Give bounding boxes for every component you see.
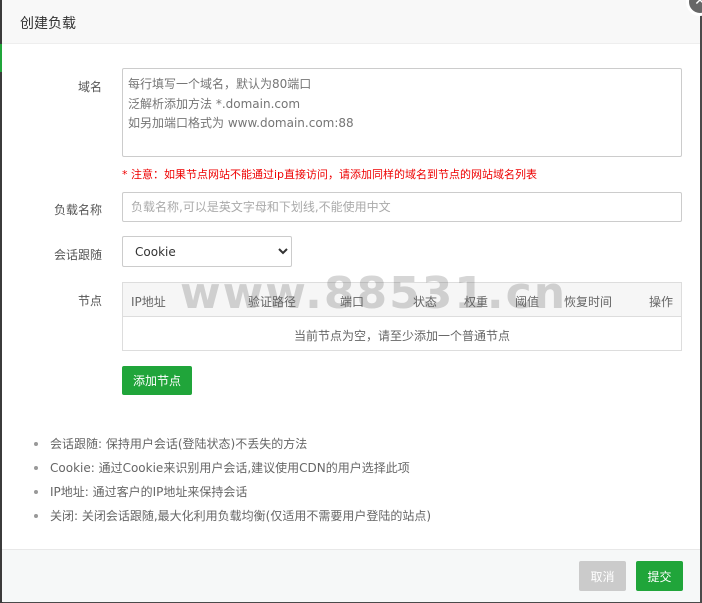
column-ip: IP地址 — [131, 295, 166, 309]
tip-text: 关闭: 关闭会话跟随,最大化利用负载均衡(仅适用不需要用户登陆的站点) — [50, 509, 432, 523]
nodes-label: 节点 — [77, 294, 102, 308]
load-name-input[interactable] — [122, 192, 682, 222]
column-weight: 权重 — [464, 295, 489, 309]
tip-item: Cookie: 通过Cookie来识别用户会话,建议使用CDN的用户选择此项 — [32, 456, 431, 480]
column-port: 端口 — [340, 295, 365, 309]
dialog-header: 创建负载 — [2, 0, 700, 44]
tip-text: Cookie: 通过Cookie来识别用户会话,建议使用CDN的用户选择此项 — [50, 461, 410, 475]
dialog-title: 创建负载 — [20, 16, 76, 32]
domain-notice: * 注意：如果节点网站不能通过ip直接访问，请添加同样的域名到节点的网站域名列表 — [122, 168, 538, 181]
column-verify-path: 验证路径 — [248, 295, 297, 309]
submit-button[interactable]: 提交 — [636, 561, 683, 591]
dialog-footer: 取消 提交 — [2, 549, 700, 602]
help-tips: 会话跟随: 保持用户会话(登陆状态)不丢失的方法 Cookie: 通过Cooki… — [32, 432, 431, 528]
bullet-icon — [34, 490, 38, 494]
create-load-dialog: 创建负载 域名 * 注意：如果节点网站不能通过ip直接访问，请添加同样的域名到节… — [2, 0, 700, 602]
column-threshold: 阈值 — [515, 295, 540, 309]
bullet-icon — [34, 442, 38, 446]
tip-text: IP地址: 通过客户的IP地址来保持会话 — [50, 485, 248, 499]
cancel-button[interactable]: 取消 — [579, 561, 626, 591]
nodes-table-header: IP地址 验证路径 端口 状态 权重 阈值 恢复时间 操作 — [123, 283, 681, 317]
tip-item: 关闭: 关闭会话跟随,最大化利用负载均衡(仅适用不需要用户登陆的站点) — [32, 504, 431, 528]
domain-label: 域名 — [77, 80, 102, 94]
tip-text: 会话跟随: 保持用户会话(登陆状态)不丢失的方法 — [50, 437, 308, 451]
session-follow-label: 会话跟随 — [53, 248, 102, 262]
column-actions: 操作 — [649, 295, 674, 309]
nodes-table: IP地址 验证路径 端口 状态 权重 阈值 恢复时间 操作 当前节点为空，请至少… — [122, 282, 682, 351]
bullet-icon — [34, 466, 38, 470]
load-name-label: 负载名称 — [53, 203, 102, 217]
domain-textarea[interactable] — [122, 68, 682, 157]
tip-item: IP地址: 通过客户的IP地址来保持会话 — [32, 480, 431, 504]
session-follow-select[interactable]: Cookie — [122, 236, 292, 267]
nodes-empty-message: 当前节点为空，请至少添加一个普通节点 — [293, 329, 510, 343]
column-recovery-time: 恢复时间 — [564, 295, 613, 309]
tip-item: 会话跟随: 保持用户会话(登陆状态)不丢失的方法 — [32, 432, 431, 456]
column-status: 状态 — [413, 295, 438, 309]
add-node-button[interactable]: 添加节点 — [122, 366, 192, 395]
bullet-icon — [34, 514, 38, 518]
